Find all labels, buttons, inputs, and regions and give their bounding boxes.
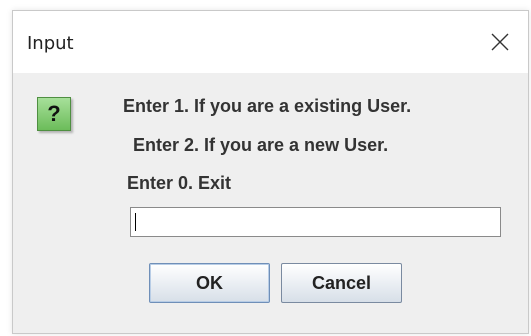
close-button[interactable] [472, 11, 528, 73]
ok-button[interactable]: OK [149, 263, 270, 303]
message-line-1: Enter 1. If you are a existing User. [123, 96, 412, 116]
choice-input[interactable] [130, 207, 501, 237]
question-icon-glyph: ? [47, 101, 61, 126]
text-caret [135, 213, 136, 231]
input-dialog: Input ? Enter 1. If you are a existing U… [12, 10, 529, 334]
question-icon: ? [37, 97, 71, 131]
close-icon [491, 33, 509, 51]
title-bar: Input [13, 11, 528, 73]
message-line-2: Enter 2. If you are a new User. [133, 135, 389, 155]
message-line-3: Enter 0. Exit [127, 173, 232, 193]
dialog-title: Input [27, 33, 74, 54]
cancel-button[interactable]: Cancel [281, 263, 402, 303]
